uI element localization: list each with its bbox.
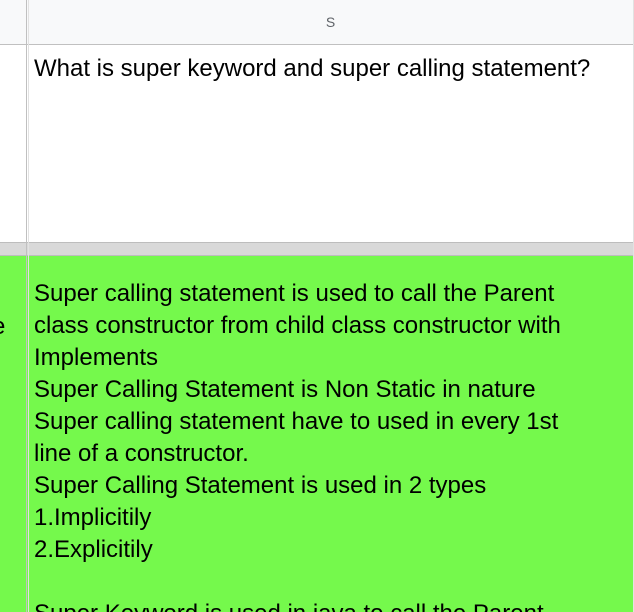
cell-answer[interactable]: Super calling statement is used to call … [27,256,634,612]
answer-line: Implements [34,344,159,371]
cell-question[interactable]: What is super keyword and super calling … [27,45,634,242]
answer-line: Super calling statement is used to call … [34,280,555,307]
answer-line: Super Keyword is used in java to call th… [34,598,628,612]
answer-line: class constructor from child class const… [34,312,561,339]
answer-line: 1.Implicitily [34,504,152,531]
gridline-vertical [26,0,27,612]
freeze-divider[interactable] [0,242,634,256]
answer-line: line of a constructor. [34,440,249,467]
left-cell-fragment: e [0,311,5,343]
left-header-strip [0,0,27,45]
question-text: What is super keyword and super calling … [34,55,591,82]
answer-line: Super Calling Statement is used in 2 typ… [34,472,487,499]
answer-line [34,566,628,598]
column-header-label: S [325,14,336,30]
gridline-vertical [28,0,29,612]
cell-left-clipped[interactable]: e [0,256,27,612]
answer-line: Super Calling Statement is Non Static in… [34,376,536,403]
column-header-s[interactable]: S [27,0,634,45]
answer-line: 2.Explicitily [34,536,153,563]
answer-line: Super calling statement have to used in … [34,408,559,435]
